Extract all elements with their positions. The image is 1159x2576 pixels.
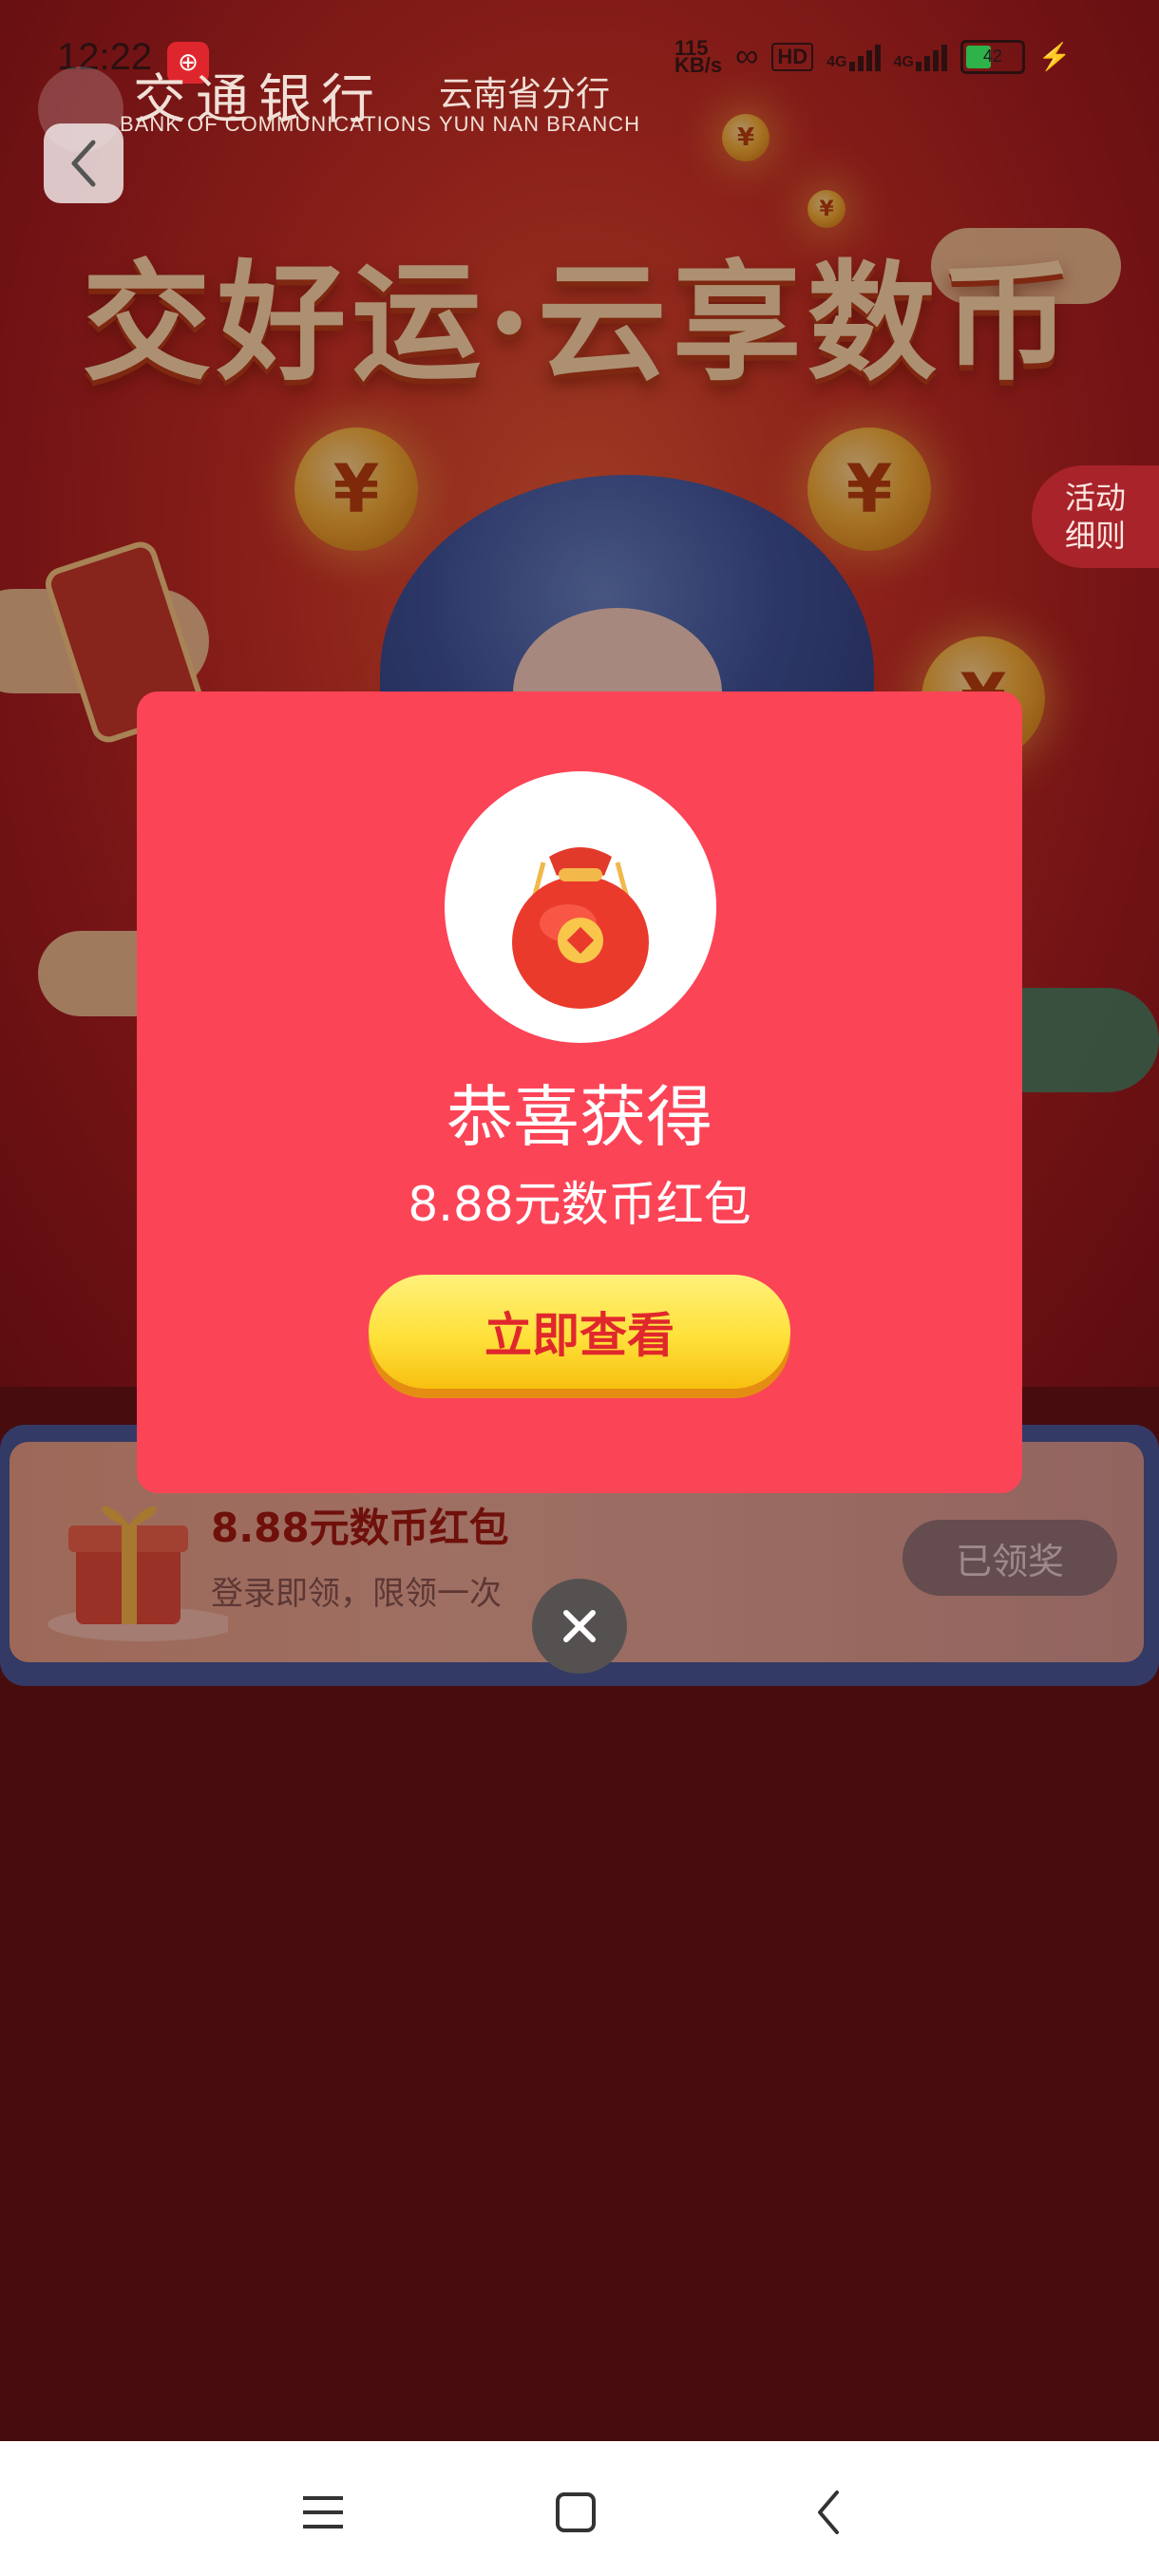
menu-nav-button[interactable] [285, 2479, 361, 2546]
home-nav-button[interactable] [538, 2479, 614, 2546]
home-square-icon [556, 2492, 596, 2532]
menu-icon [303, 2496, 343, 2529]
battery-icon: 42 [960, 39, 1025, 74]
signal-icon: 4G [826, 43, 881, 71]
rules-label: 活动 细则 [1064, 480, 1126, 554]
close-icon [563, 1610, 596, 1642]
branch-name: 云南省分行 [439, 75, 611, 114]
charging-icon: ⚡ [1037, 42, 1072, 71]
close-button[interactable] [532, 1579, 627, 1674]
status-indicators: 115 KB/s ∞ HD 4G 4G 42 ⚡ [674, 35, 1072, 77]
bank-name-en: BANK OF COMMUNICATIONS [120, 112, 432, 136]
network-speed: 115 KB/s [674, 35, 723, 77]
system-nav-bar [0, 2441, 1159, 2576]
activity-rules-tab[interactable]: 活动 细则 [1032, 465, 1159, 568]
popup-icon-circle [445, 771, 716, 1043]
branch-name-en: YUN NAN BRANCH [439, 112, 641, 136]
view-now-button[interactable]: 立即查看 [369, 1275, 790, 1389]
link-icon: ∞ [735, 38, 759, 74]
red-envelope-bag-icon [512, 847, 649, 1009]
chevron-left-icon [71, 140, 96, 187]
back-nav-button[interactable] [790, 2479, 866, 2546]
popup-title: 恭喜获得 [446, 1078, 712, 1156]
signal-icon: 4G [894, 43, 947, 71]
back-arrow-icon [818, 2491, 839, 2534]
back-button[interactable] [44, 123, 124, 203]
popup-amount: 8.88元数币红包 [408, 1177, 751, 1232]
hd-icon: HD [771, 42, 814, 71]
